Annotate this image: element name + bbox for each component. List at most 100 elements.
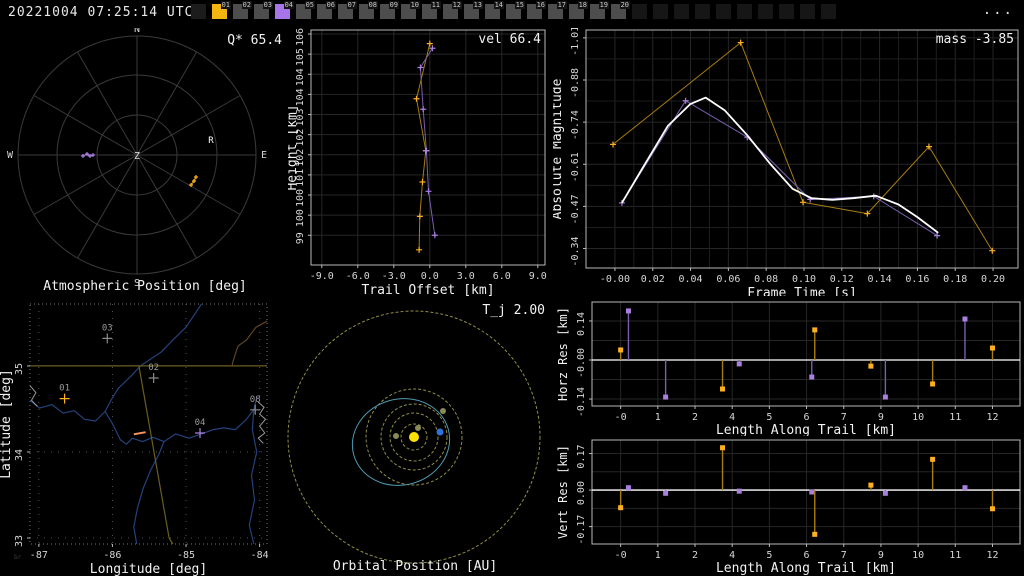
x-tick-label: 0.12 [830, 274, 854, 285]
residual-marker [737, 489, 742, 494]
residual-marker [962, 485, 967, 490]
x-tick-label: 7 [841, 550, 847, 561]
station-square-04[interactable]: 04 [275, 4, 290, 19]
river-line [30, 400, 105, 421]
station-square-15[interactable]: 15 [506, 4, 521, 19]
station-square-label: 05 [305, 1, 315, 9]
data-point-marker [416, 247, 422, 253]
station-square-18[interactable]: 18 [569, 4, 584, 19]
river-line [105, 304, 257, 444]
x-tick-label: 0.04 [679, 274, 703, 285]
x-tick-label: 9 [878, 412, 884, 423]
x-tick-label: 12 [986, 550, 998, 561]
x-tick-label: 0.0 [421, 271, 439, 282]
residual-marker [737, 361, 742, 366]
station-square-07[interactable]: 07 [338, 4, 353, 19]
y-tick-label: 104 [295, 88, 306, 106]
station-square-empty [737, 4, 752, 19]
longitude-tick-label: -84 [251, 550, 269, 561]
residual-marker [663, 395, 668, 400]
mercury-dot [415, 425, 421, 431]
station-square-label: 15 [515, 1, 525, 9]
radiant-marker: R [208, 136, 214, 146]
station-square-label: 02 [242, 1, 252, 9]
axes-box [586, 30, 1018, 268]
y-axis-title: Latitude [deg] [0, 369, 14, 479]
x-tick-label: 5 [766, 412, 772, 423]
venus-dot [393, 433, 399, 439]
residual-marker [720, 445, 725, 450]
y-tick-label: -0.61 [570, 152, 581, 182]
x-tick-label: 6 [804, 412, 810, 423]
x-tick-label: 0.10 [792, 274, 816, 285]
y-tick-label: 104 [295, 68, 306, 86]
data-point-marker [149, 373, 159, 383]
station-square-17[interactable]: 17 [548, 4, 563, 19]
station-square-08[interactable]: 08 [359, 4, 374, 19]
station-square-label: 14 [494, 1, 504, 9]
station-square-10[interactable]: 10 [401, 4, 416, 19]
station-square-16[interactable]: 16 [527, 4, 542, 19]
station-square-label: 03 [263, 1, 273, 9]
x-tick-label: 12 [986, 412, 998, 423]
station-square-20[interactable]: 20 [611, 4, 626, 19]
x-tick-label: 11 [949, 550, 961, 561]
residual-marker [990, 506, 995, 511]
earth-dot [437, 429, 444, 436]
station-square-03[interactable]: 03 [254, 4, 269, 19]
station-square-blank [191, 4, 206, 19]
station-square-09[interactable]: 09 [380, 4, 395, 19]
y-tick-label: 105 [295, 48, 306, 66]
data-point-marker [423, 148, 429, 154]
x-tick-label: 0.06 [716, 274, 740, 285]
x-tick-label: 4 [729, 550, 735, 561]
polar-spoke [137, 155, 240, 215]
y-axis-title: Height [km] [288, 104, 300, 190]
longitude-tick-label: -87 [30, 550, 48, 561]
residual-marker [720, 386, 725, 391]
longitude-tick-label: -86 [103, 550, 121, 561]
station-square-13[interactable]: 13 [464, 4, 479, 19]
state-border-line [139, 366, 173, 544]
data-point-marker [417, 213, 423, 219]
x-axis-title: Trail Offset [km] [361, 283, 494, 296]
station-square-02[interactable]: 02 [233, 4, 248, 19]
residual-marker [962, 317, 967, 322]
station-square-label: 07 [347, 1, 357, 9]
y-tick-label: 106 [295, 28, 306, 46]
x-tick-label: 9.0 [529, 271, 547, 282]
data-point-marker [934, 233, 940, 239]
station-square-14[interactable]: 14 [485, 4, 500, 19]
longitude-tick-label: -85 [177, 550, 195, 561]
station-square-01[interactable]: 01 [212, 4, 227, 19]
horizontal-residuals-panel: -012456791011120.14-0.00-0.14Length Alon… [555, 296, 1024, 436]
station-square-empty [695, 4, 710, 19]
station-square-empty [716, 4, 731, 19]
latitude-tick-label: 33 [14, 535, 25, 547]
overflow-menu-button[interactable]: ... [983, 2, 1014, 18]
station-square-05[interactable]: 05 [296, 4, 311, 19]
polar-title: Atmospheric Position [deg] [43, 279, 247, 294]
y-tick-label: -0.14 [576, 387, 587, 417]
polar-spoke [137, 155, 197, 258]
x-tick-label: 10 [912, 412, 924, 423]
axes-box [592, 440, 1020, 544]
vertical-residuals-panel: -012456791011120.170.00-0.17Length Along… [555, 434, 1024, 576]
station-square-19[interactable]: 19 [590, 4, 605, 19]
y-tick-label: -0.34 [570, 236, 581, 266]
station-square-empty [653, 4, 668, 19]
data-point-marker [195, 428, 205, 438]
x-tick-label: 11 [949, 412, 961, 423]
station-square-12[interactable]: 12 [443, 4, 458, 19]
residual-marker [930, 457, 935, 462]
station-id-label: 01 [59, 384, 70, 394]
y-tick-label: 99 [295, 232, 306, 244]
data-point-marker [420, 106, 426, 112]
station-square-06[interactable]: 06 [317, 4, 332, 19]
data-point-marker [800, 199, 806, 205]
station-id-label: 08 [250, 395, 261, 405]
station-square-label: 06 [326, 1, 336, 9]
station-square-11[interactable]: 11 [422, 4, 437, 19]
axes-box [592, 302, 1020, 406]
river-line [134, 442, 164, 544]
